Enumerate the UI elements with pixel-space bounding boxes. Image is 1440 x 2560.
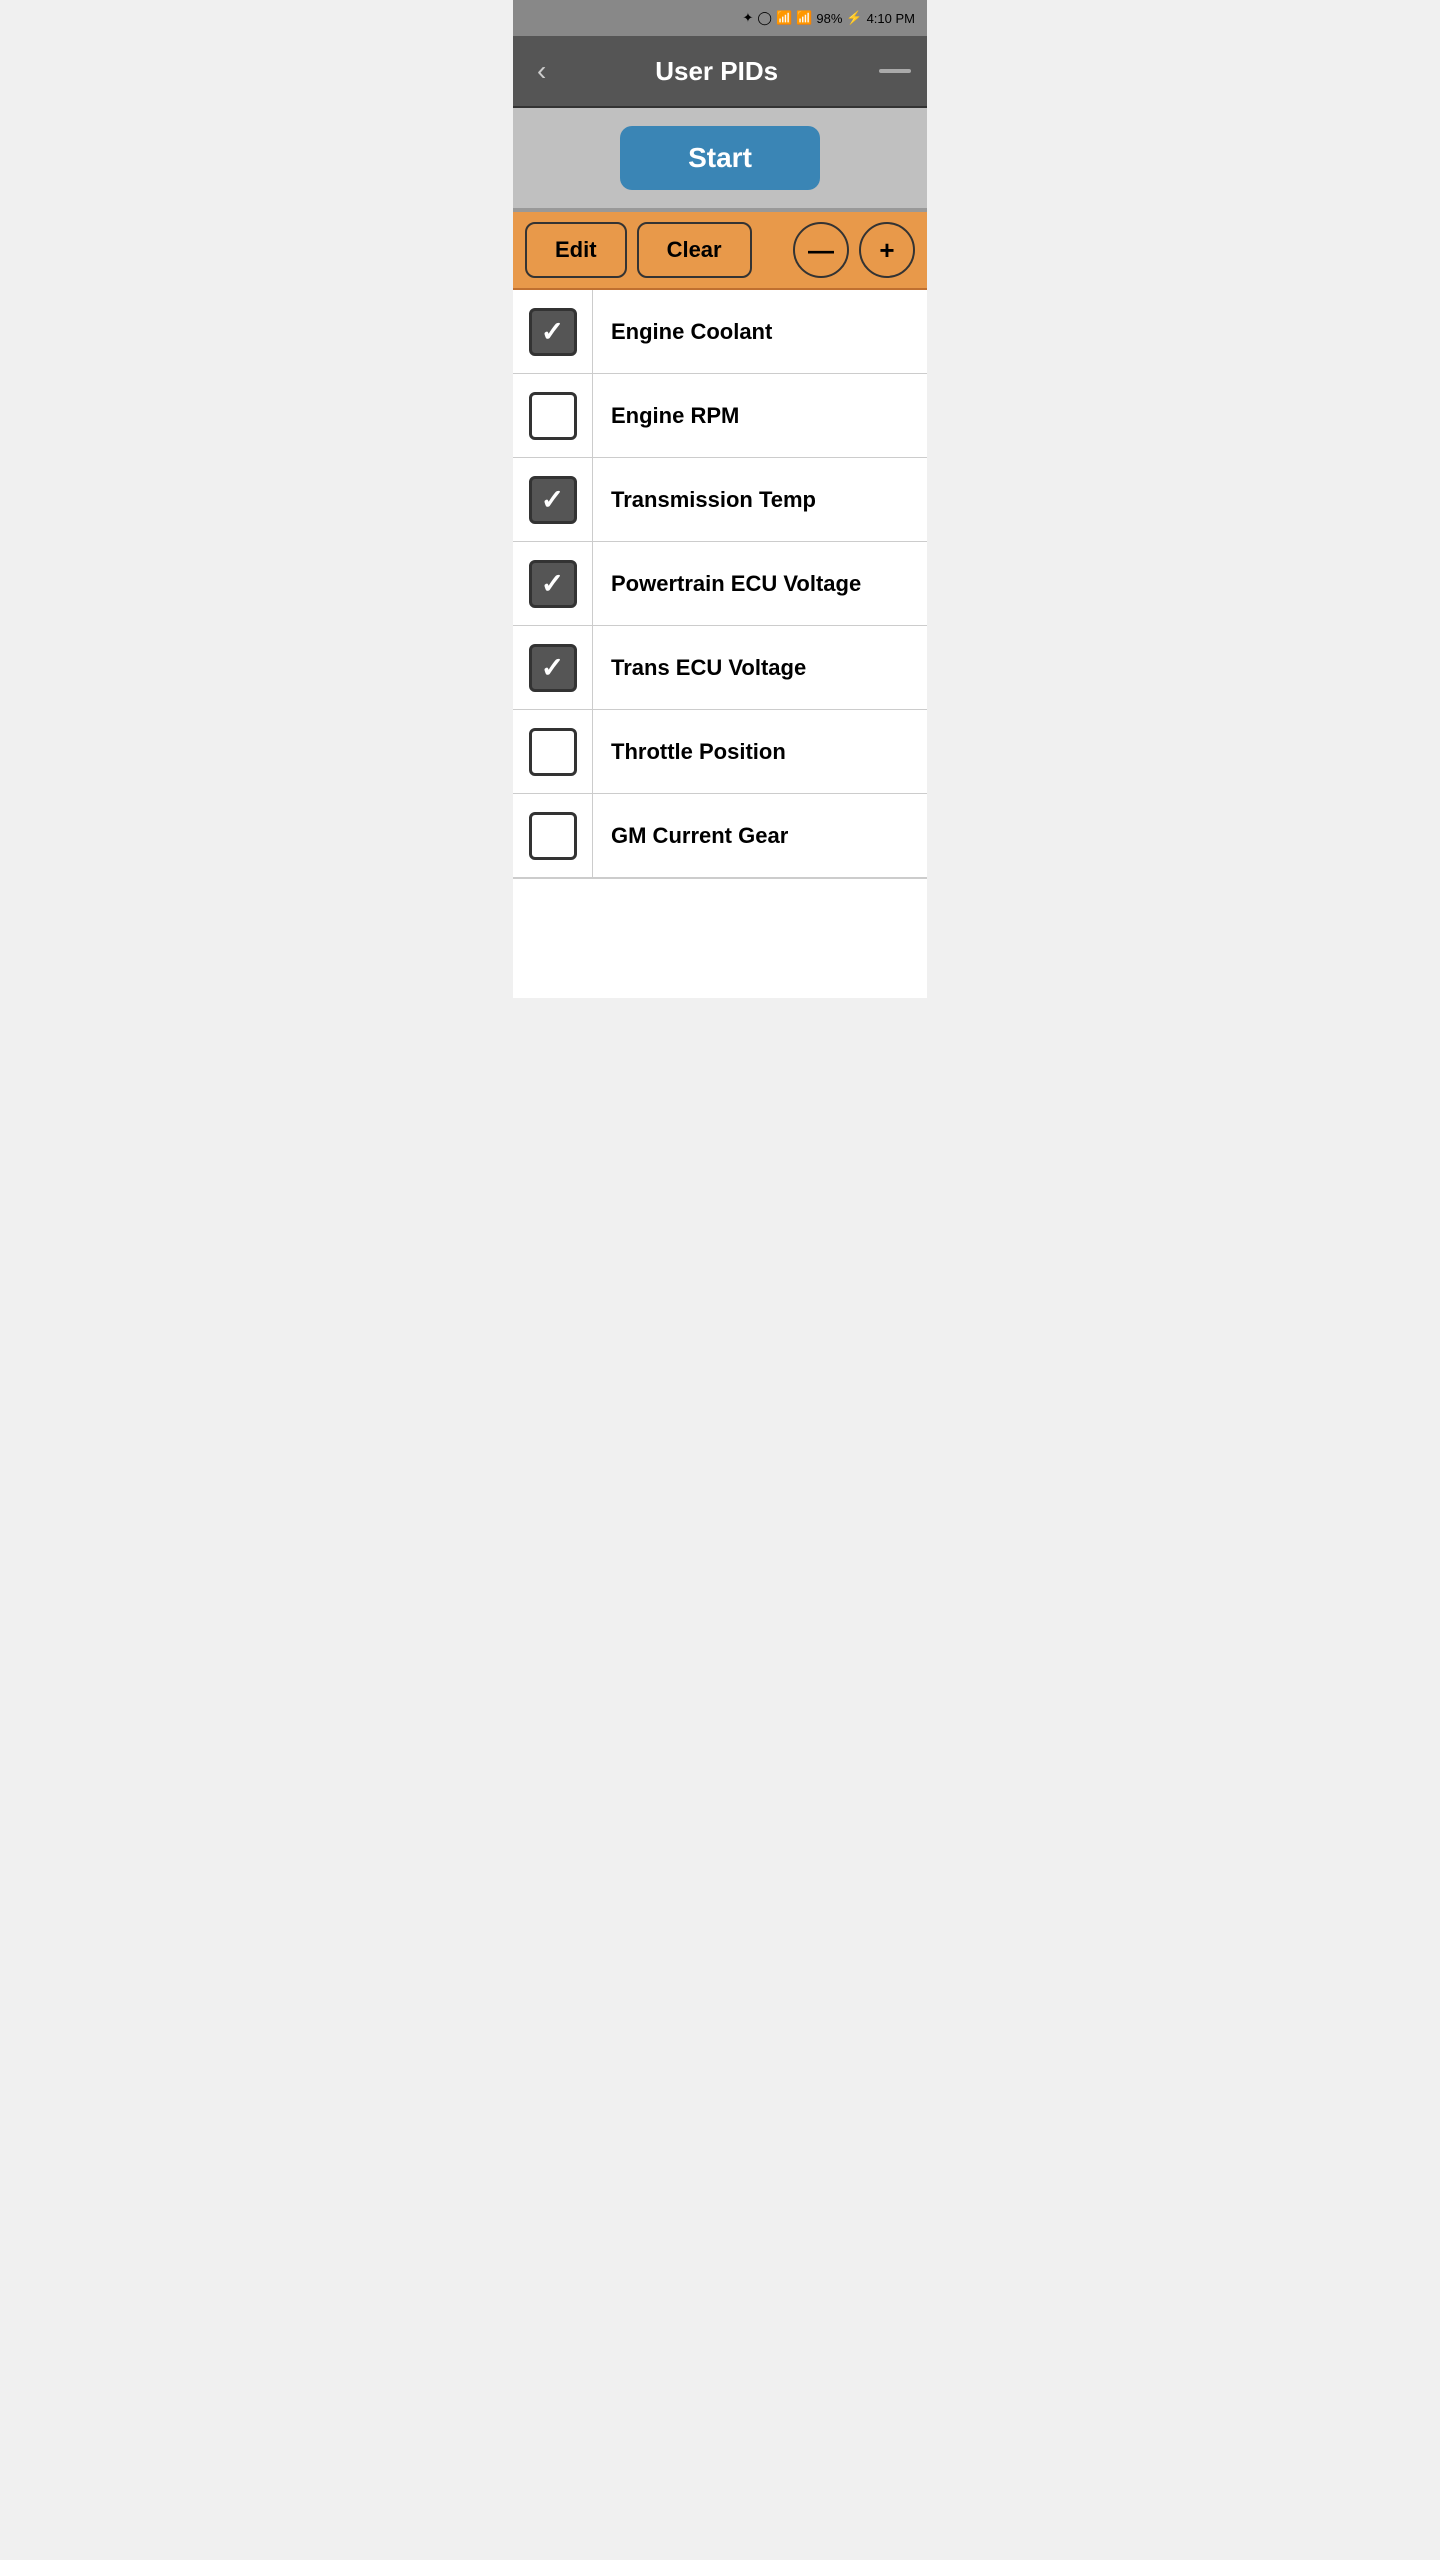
toolbar: Edit Clear — + xyxy=(513,212,927,290)
checkbox-4[interactable]: ✓ xyxy=(529,560,577,608)
decrement-button[interactable]: — xyxy=(793,222,849,278)
battery-percentage: 98% xyxy=(816,11,842,26)
checkbox-7[interactable] xyxy=(529,812,577,860)
pid-label-6: Throttle Position xyxy=(593,739,786,765)
header: ‹ User PIDs xyxy=(513,36,927,108)
charging-icon: ⚡ xyxy=(846,10,862,26)
increment-button[interactable]: + xyxy=(859,222,915,278)
menu-icon[interactable] xyxy=(879,69,911,73)
checkbox-5[interactable]: ✓ xyxy=(529,644,577,692)
checkbox-area[interactable]: ✓ xyxy=(513,290,593,373)
start-area: Start xyxy=(513,108,927,212)
status-bar: ✦ ◯ 📶 📶 98% ⚡ 4:10 PM xyxy=(513,0,927,36)
checkbox-area[interactable]: ✓ xyxy=(513,542,593,625)
checkbox-2[interactable] xyxy=(529,392,577,440)
checkbox-6[interactable] xyxy=(529,728,577,776)
checkbox-3[interactable]: ✓ xyxy=(529,476,577,524)
empty-area xyxy=(513,878,927,998)
list-item[interactable]: GM Current Gear xyxy=(513,794,927,878)
checkbox-area[interactable] xyxy=(513,374,593,457)
pid-label-5: Trans ECU Voltage xyxy=(593,655,806,681)
checkbox-area[interactable]: ✓ xyxy=(513,626,593,709)
page-title: User PIDs xyxy=(554,56,879,87)
pid-label-4: Powertrain ECU Voltage xyxy=(593,571,861,597)
list-item[interactable]: Engine RPM xyxy=(513,374,927,458)
checkmark-icon: ✓ xyxy=(541,654,564,682)
checkbox-area[interactable] xyxy=(513,794,593,877)
status-icons: ✦ ◯ 📶 📶 98% ⚡ 4:10 PM xyxy=(743,10,915,26)
start-button[interactable]: Start xyxy=(620,126,820,190)
pid-label-7: GM Current Gear xyxy=(593,823,788,849)
bluetooth-icon: ✦ xyxy=(743,10,754,26)
clear-button[interactable]: Clear xyxy=(637,222,752,278)
signal-icon: 📶 xyxy=(796,10,812,26)
list-item[interactable]: ✓ Transmission Temp xyxy=(513,458,927,542)
list-item[interactable]: Throttle Position xyxy=(513,710,927,794)
alarm-icon: ◯ xyxy=(757,10,772,26)
checkmark-icon: ✓ xyxy=(541,318,564,346)
pid-label-3: Transmission Temp xyxy=(593,487,816,513)
checkbox-1[interactable]: ✓ xyxy=(529,308,577,356)
pid-label-1: Engine Coolant xyxy=(593,319,772,345)
checkmark-icon: ✓ xyxy=(541,486,564,514)
list-item[interactable]: ✓ Powertrain ECU Voltage xyxy=(513,542,927,626)
back-button[interactable]: ‹ xyxy=(529,51,554,91)
edit-button[interactable]: Edit xyxy=(525,222,627,278)
checkmark-icon: ✓ xyxy=(541,570,564,598)
checkbox-area[interactable]: ✓ xyxy=(513,458,593,541)
list-item[interactable]: ✓ Engine Coolant xyxy=(513,290,927,374)
list-item[interactable]: ✓ Trans ECU Voltage xyxy=(513,626,927,710)
checkbox-area[interactable] xyxy=(513,710,593,793)
pid-label-2: Engine RPM xyxy=(593,403,739,429)
clock: 4:10 PM xyxy=(867,11,915,26)
wifi-icon: 📶 xyxy=(776,10,792,26)
pid-list: ✓ Engine Coolant Engine RPM ✓ Transmission T… xyxy=(513,290,927,878)
